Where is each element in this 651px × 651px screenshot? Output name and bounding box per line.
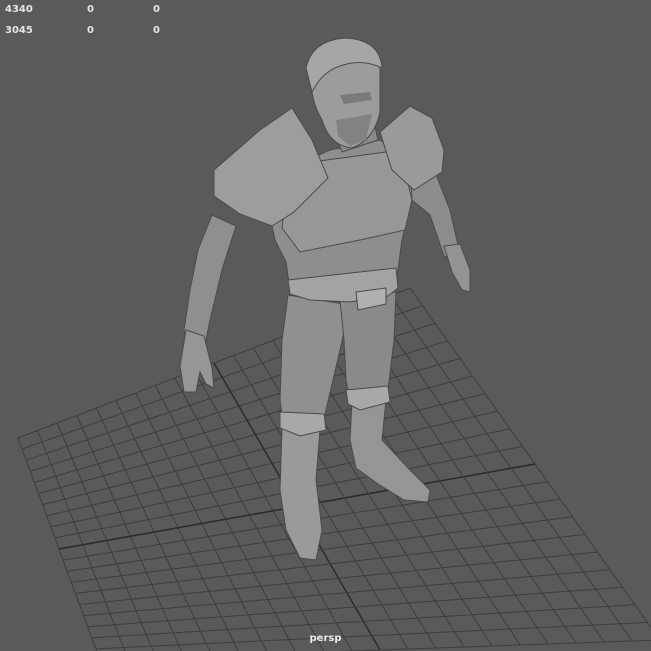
grid-line xyxy=(95,407,211,651)
hud-value: 0 xyxy=(153,25,160,36)
left-leg xyxy=(279,294,351,431)
right-boot xyxy=(349,399,431,503)
hud-row: 3045 0 0 xyxy=(5,25,175,46)
3d-viewport[interactable]: 4340 0 0 3045 0 0 persp xyxy=(0,0,651,651)
character-mesh[interactable] xyxy=(179,37,471,561)
grid-line xyxy=(56,422,154,651)
hud-value: 4340 xyxy=(5,4,33,15)
hud-value: 3045 xyxy=(5,25,33,36)
hud-value: 0 xyxy=(153,4,160,15)
grid-line xyxy=(87,586,623,628)
poly-count-hud: 4340 0 0 3045 0 0 xyxy=(5,4,175,46)
camera-name-label: persp xyxy=(309,633,342,644)
hud-value: 0 xyxy=(87,25,94,36)
grid-line xyxy=(76,415,182,651)
scene-canvas[interactable] xyxy=(0,0,651,651)
hud-row: 4340 0 0 xyxy=(5,4,175,25)
grid-line xyxy=(115,400,239,651)
left-hand xyxy=(179,329,215,393)
hud-value: 0 xyxy=(87,4,94,15)
right-hand xyxy=(443,243,471,293)
left-boot xyxy=(279,427,323,561)
grid-line xyxy=(135,392,268,651)
grid-line xyxy=(37,430,126,651)
